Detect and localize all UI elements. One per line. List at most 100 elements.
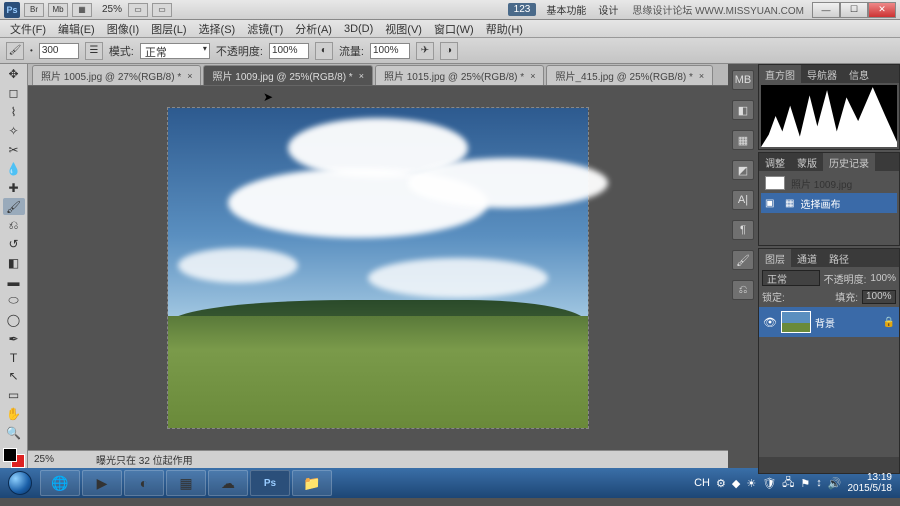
move-tool-icon[interactable]: ✥ (3, 66, 25, 83)
task-media-icon[interactable]: ▶ (82, 470, 122, 496)
minibridge-icon[interactable]: Mb (48, 3, 68, 17)
clock[interactable]: 13:19 2015/5/18 (848, 472, 893, 494)
healing-tool-icon[interactable]: ✚ (3, 179, 25, 196)
task-browser-icon[interactable]: ◐ (124, 470, 164, 496)
lasso-tool-icon[interactable]: ⌇ (3, 104, 25, 121)
canvas-viewport[interactable]: ➤ (28, 86, 728, 450)
zoom-tool-icon[interactable]: 🔍 (3, 425, 25, 442)
pen-tool-icon[interactable]: ✒ (3, 330, 25, 347)
cslive-badge[interactable]: 123 (508, 3, 537, 16)
character-panel-icon[interactable]: A| (732, 190, 754, 210)
layer-row[interactable]: 👁 背景 🔒 (759, 307, 899, 337)
minibridge-panel-icon[interactable]: MB (732, 70, 754, 90)
airbrush-icon[interactable]: ✈ (416, 42, 434, 60)
doc-tab-1[interactable]: 照片 1009.jpg @ 25%(RGB/8) *× (203, 65, 372, 85)
workspace-design[interactable]: 设计 (592, 2, 624, 17)
crop-tool-icon[interactable]: ✂ (3, 142, 25, 159)
path-select-tool-icon[interactable]: ↖ (3, 368, 25, 385)
color-swatches[interactable] (3, 448, 25, 469)
tab-history[interactable]: 历史记录 (823, 153, 875, 171)
layer-thumbnail[interactable] (781, 311, 811, 333)
tab-navigator[interactable]: 导航器 (801, 65, 843, 83)
blur-tool-icon[interactable]: ⬭ (3, 293, 25, 310)
stamp-tool-icon[interactable]: ⎌ (3, 217, 25, 234)
volume-icon[interactable]: 🔊 (828, 477, 842, 490)
layer-opacity-input[interactable]: 100% (870, 273, 896, 284)
flow-input[interactable]: 100% (370, 43, 410, 59)
menu-select[interactable]: 选择(S) (193, 21, 242, 37)
blend-mode-select[interactable]: 正常 (140, 43, 210, 59)
network-icon[interactable]: 🖧 (782, 474, 794, 493)
menu-view[interactable]: 视图(V) (379, 21, 428, 37)
opacity-input[interactable]: 100% (269, 43, 309, 59)
tb-arrange-icon[interactable]: ▭ (128, 3, 148, 17)
tray-icon[interactable]: ⚑ (800, 477, 810, 490)
doc-tab-0[interactable]: 照片 1005.jpg @ 27%(RGB/8) *× (32, 65, 201, 85)
brush-size[interactable]: 300 (39, 43, 79, 59)
color-panel-icon[interactable]: ◧ (732, 100, 754, 120)
tray-icon[interactable]: ⚙ (716, 477, 726, 490)
dodge-tool-icon[interactable]: ◯ (3, 311, 25, 328)
task-ie-icon[interactable]: 🌐 (40, 470, 80, 496)
eraser-tool-icon[interactable]: ◧ (3, 255, 25, 272)
menu-window[interactable]: 窗口(W) (428, 21, 480, 37)
menu-file[interactable]: 文件(F) (4, 21, 52, 37)
minimize-button[interactable]: — (812, 2, 840, 18)
tab-layers[interactable]: 图层 (759, 249, 791, 267)
menu-analysis[interactable]: 分析(A) (289, 21, 338, 37)
paragraph-panel-icon[interactable]: ¶ (732, 220, 754, 240)
fill-input[interactable]: 100% (862, 290, 896, 304)
layer-name[interactable]: 背景 (815, 315, 835, 330)
type-tool-icon[interactable]: T (3, 349, 25, 366)
close-icon[interactable]: × (359, 71, 364, 81)
eyedropper-tool-icon[interactable]: 💧 (3, 160, 25, 177)
foreground-color-swatch[interactable] (3, 448, 17, 462)
history-brush-tool-icon[interactable]: ↺ (3, 236, 25, 253)
tab-masks[interactable]: 蒙版 (791, 153, 823, 171)
maximize-button[interactable]: ☐ (840, 2, 868, 18)
doc-tab-3[interactable]: 照片_415.jpg @ 25%(RGB/8) *× (546, 65, 713, 85)
tray-icon[interactable]: ◆ (732, 477, 740, 490)
menu-help[interactable]: 帮助(H) (480, 21, 529, 37)
clone-panel-icon[interactable]: ⎌ (732, 280, 754, 300)
tab-paths[interactable]: 路径 (823, 249, 855, 267)
pressure-size-icon[interactable]: ◑ (440, 42, 458, 60)
pressure-opacity-icon[interactable]: ◐ (315, 42, 333, 60)
tray-icon[interactable]: ↕ (816, 477, 822, 489)
close-icon[interactable]: × (530, 71, 535, 81)
tool-preset-icon[interactable]: 🖌 (6, 42, 24, 60)
tab-adjustments[interactable]: 调整 (759, 153, 791, 171)
tb-screenmode-icon[interactable]: ▭ (152, 3, 172, 17)
task-cloud-icon[interactable]: ☁ (208, 470, 248, 496)
task-app-icon[interactable]: ▦ (166, 470, 206, 496)
tab-channels[interactable]: 通道 (791, 249, 823, 267)
start-button[interactable] (2, 469, 38, 497)
close-icon[interactable]: × (699, 71, 704, 81)
lang-indicator[interactable]: CH (694, 477, 710, 489)
menu-image[interactable]: 图像(I) (101, 21, 145, 37)
layer-blend-select[interactable]: 正常 (762, 270, 820, 286)
status-zoom[interactable]: 25% (34, 454, 84, 465)
tab-histogram[interactable]: 直方图 (759, 65, 801, 83)
task-photoshop-icon[interactable]: Ps (250, 470, 290, 496)
swatches-panel-icon[interactable]: ▦ (732, 130, 754, 150)
bridge-icon[interactable]: Br (24, 3, 44, 17)
close-button[interactable]: ✕ (868, 2, 896, 18)
task-explorer-icon[interactable]: 📁 (292, 470, 332, 496)
tb-extras-icon[interactable]: ▦ (72, 3, 92, 17)
tray-icon[interactable]: ☀ (746, 477, 756, 490)
wand-tool-icon[interactable]: ✧ (3, 123, 25, 140)
menu-layer[interactable]: 图层(L) (145, 21, 192, 37)
hand-tool-icon[interactable]: ✋ (3, 406, 25, 423)
shape-tool-icon[interactable]: ▭ (3, 387, 25, 404)
tab-info[interactable]: 信息 (843, 65, 875, 83)
close-icon[interactable]: × (187, 71, 192, 81)
gradient-tool-icon[interactable]: ▬ (3, 274, 25, 291)
titlebar-zoom[interactable]: 25% (100, 4, 124, 15)
tray-icon[interactable]: 🛡 (762, 477, 776, 490)
history-snapshot[interactable]: 照片 1009.jpg (761, 173, 897, 193)
menu-filter[interactable]: 滤镜(T) (241, 21, 289, 37)
brush-tool-icon[interactable]: 🖌 (3, 198, 25, 215)
document-canvas[interactable] (168, 108, 588, 428)
history-step[interactable]: ▣ ▦ 选择画布 (761, 193, 897, 213)
